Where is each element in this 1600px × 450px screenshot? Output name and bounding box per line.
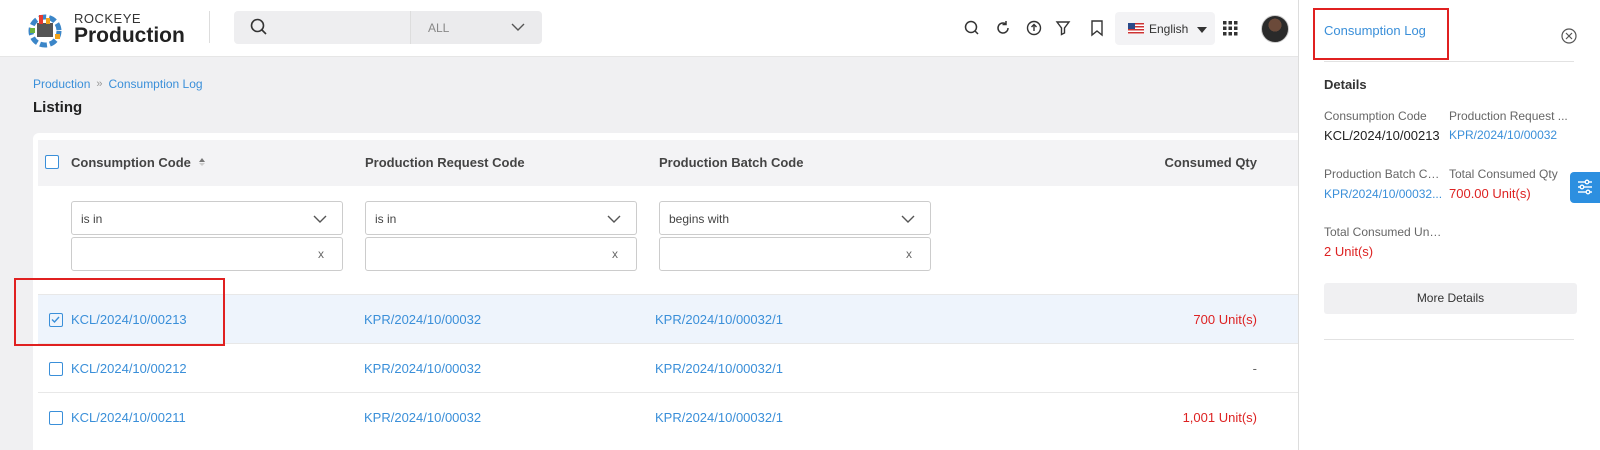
details-heading: Details [1324,77,1367,92]
filter-operator-value: is in [375,212,397,226]
top-bar: ROCKEYE Production ALL English [0,0,1298,57]
total-consumed-qty-label: Total Consumed Qty [1449,167,1558,181]
consumption-code-link[interactable]: KCL/2024/10/00211 [71,410,186,425]
consumed-qty: 700 Unit(s) [1193,312,1257,327]
search-scope-value: ALL [428,21,450,35]
chevron-down-icon [901,215,915,223]
apps-grid-icon[interactable] [1223,21,1238,36]
batch-code-link[interactable]: KPR/2024/10/00032/1 [655,361,783,376]
request-code-filter-input[interactable]: x [365,237,637,271]
filter-operator-value: is in [81,212,103,226]
rockeye-logo-icon [28,14,62,48]
batch-code-filter-operator[interactable]: begins with [659,201,931,235]
request-code-link[interactable]: KPR/2024/10/00032 [364,361,481,376]
refresh-icon[interactable] [993,18,1013,38]
column-header-consumed-qty[interactable]: Consumed Qty [1165,155,1257,170]
language-select[interactable]: English [1115,12,1215,45]
request-code-link[interactable]: KPR/2024/10/00032 [364,312,481,327]
column-header-consumption-code[interactable]: Consumption Code [71,155,206,170]
production-batch-label: Production Batch Co... [1324,167,1444,181]
total-consumed-unit-label: Total Consumed Unit... [1324,225,1444,239]
batch-code-link[interactable]: KPR/2024/10/00032/1 [655,410,783,425]
clear-filter-icon[interactable]: x [318,247,324,261]
clear-filter-icon[interactable]: x [612,247,618,261]
close-icon[interactable] [1561,28,1577,44]
production-batch-link[interactable]: KPR/2024/10/00032... [1324,187,1444,201]
batch-code-filter-input[interactable]: x [659,237,931,271]
us-flag-icon [1128,23,1144,34]
consumption-code-link[interactable]: KCL/2024/10/00212 [71,361,187,376]
divider [1324,61,1574,62]
breadcrumb-consumption-log[interactable]: Consumption Log [109,77,203,91]
table-row[interactable]: KCL/2024/10/00213 KPR/2024/10/00032 KPR/… [38,294,1298,343]
consumed-qty: - [1252,361,1257,376]
panel-title[interactable]: Consumption Log [1324,23,1426,38]
request-code-link[interactable]: KPR/2024/10/00032 [364,410,481,425]
more-details-button[interactable]: More Details [1324,283,1577,314]
chevron-down-icon [511,23,525,31]
chevron-down-icon [313,215,327,223]
grid-header: Consumption Code Production Request Code… [38,140,1298,186]
consumption-code-label: Consumption Code [1324,109,1427,123]
row-checkbox[interactable] [49,411,63,425]
column-header-production-request-code[interactable]: Production Request Code [365,155,525,170]
divider [209,11,210,43]
breadcrumb-separator-icon: » [96,78,103,90]
settings-sliders-icon [1578,179,1592,195]
sort-icon[interactable] [198,157,206,167]
column-header-production-batch-code[interactable]: Production Batch Code [659,155,803,170]
upload-icon[interactable] [1024,18,1044,38]
batch-code-link[interactable]: KPR/2024/10/00032/1 [655,312,783,327]
caret-down-icon [1197,27,1207,33]
consumption-code-link[interactable]: KCL/2024/10/00213 [71,312,187,327]
app-name: Production [74,24,185,47]
production-request-label: Production Request ... [1449,109,1568,123]
search-scope-select[interactable]: ALL [410,11,542,44]
search-icon [250,18,267,35]
settings-side-tab[interactable] [1570,172,1600,203]
detail-panel: Consumption Log Details Consumption Code… [1298,0,1600,450]
row-checkbox-checked[interactable] [49,313,63,327]
consumption-code-filter-operator[interactable]: is in [71,201,343,235]
bookmark-icon[interactable] [1087,18,1107,38]
divider [1324,339,1574,340]
consumed-qty: 1,001 Unit(s) [1182,410,1257,425]
filter-icon[interactable] [1053,18,1073,38]
search-icon[interactable] [962,18,982,38]
page-title: Listing [33,99,83,116]
select-all-checkbox[interactable] [45,155,59,169]
consumption-code-value: KCL/2024/10/00213 [1324,128,1440,143]
row-checkbox[interactable] [49,362,63,376]
request-code-filter-operator[interactable]: is in [365,201,637,235]
clear-filter-icon[interactable]: x [906,247,912,261]
search-input[interactable] [234,11,412,44]
language-label: English [1149,22,1189,36]
breadcrumb-production[interactable]: Production [33,77,90,91]
table-row[interactable]: KCL/2024/10/00211 KPR/2024/10/00032 KPR/… [38,392,1298,441]
production-request-link[interactable]: KPR/2024/10/00032 [1449,128,1571,142]
column-consumption-code-label: Consumption Code [71,155,191,170]
chevron-down-icon [607,215,621,223]
table-row[interactable]: KCL/2024/10/00212 KPR/2024/10/00032 KPR/… [38,343,1298,392]
breadcrumb: Production » Consumption Log [33,77,203,91]
total-consumed-qty-value: 700.00 Unit(s) [1449,186,1531,201]
consumption-code-filter-input[interactable]: x [71,237,343,271]
filter-operator-value: begins with [669,212,730,226]
total-consumed-unit-value: 2 Unit(s) [1324,244,1374,259]
listing-grid: Consumption Code Production Request Code… [33,133,1298,450]
user-avatar[interactable] [1261,15,1289,43]
check-icon [51,316,60,324]
